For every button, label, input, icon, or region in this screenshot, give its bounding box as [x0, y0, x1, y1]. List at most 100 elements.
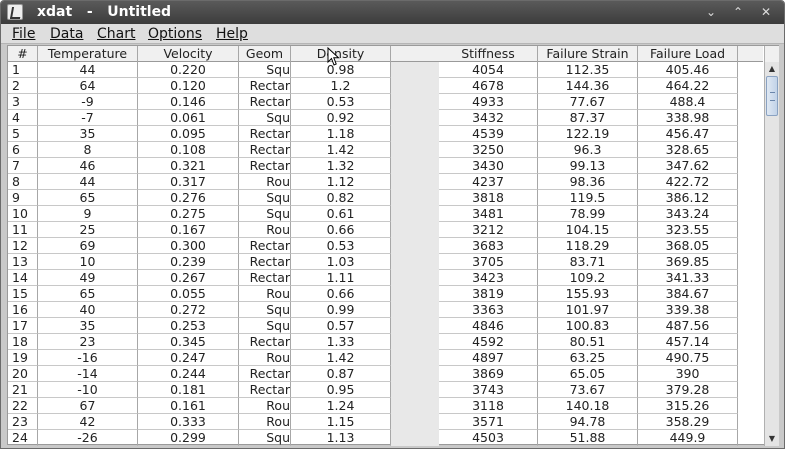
cell-index[interactable]: 17 [8, 318, 38, 334]
header-index[interactable]: # [8, 46, 38, 62]
table-row[interactable]: 14 49 0.267 Rectar 1.11 3423 109.2 341.33 [8, 270, 763, 286]
cell-velocity[interactable]: 0.247 [138, 350, 239, 366]
cell-stiffness[interactable]: 3869 [439, 366, 538, 382]
cell-stiffness[interactable]: 3363 [439, 302, 538, 318]
cell-velocity[interactable]: 0.253 [138, 318, 239, 334]
cell-density[interactable]: 0.98 [291, 62, 391, 78]
cell-geometry[interactable]: Rou [239, 398, 291, 414]
cell-failure-strain[interactable]: 119.5 [538, 190, 638, 206]
cell-velocity[interactable]: 0.345 [138, 334, 239, 350]
cell-temperature[interactable]: 35 [38, 126, 138, 142]
cell-stiffness[interactable]: 3212 [439, 222, 538, 238]
cell-geometry[interactable]: Squ [239, 430, 291, 446]
cell-failure-strain[interactable]: 51.88 [538, 430, 638, 446]
cell-velocity[interactable]: 0.299 [138, 430, 239, 446]
cell-velocity[interactable]: 0.276 [138, 190, 239, 206]
title-bar[interactable]: xdat - Untitled ⌄ ⌃ ✕ [1, 1, 784, 24]
table-row[interactable]: 5 35 0.095 Rectar 1.18 4539 122.19 456.47 [8, 126, 763, 142]
cell-failure-strain[interactable]: 101.97 [538, 302, 638, 318]
minimize-button[interactable]: ⌄ [701, 3, 721, 21]
cell-density[interactable]: 0.53 [291, 94, 391, 110]
cell-velocity[interactable]: 0.272 [138, 302, 239, 318]
cell-temperature[interactable]: 44 [38, 62, 138, 78]
cell-density[interactable]: 1.15 [291, 414, 391, 430]
cell-failure-strain[interactable]: 122.19 [538, 126, 638, 142]
cell-velocity[interactable]: 0.161 [138, 398, 239, 414]
cell-failure-strain[interactable]: 118.29 [538, 238, 638, 254]
table-body[interactable]: 1 44 0.220 Squ 0.98 4054 112.35 405.46 2 64 0.120 R… [8, 62, 763, 446]
cell-failure-load[interactable]: 379.28 [638, 382, 738, 398]
header-geometry[interactable]: Geom [239, 46, 291, 62]
cell-stiffness[interactable]: 4933 [439, 94, 538, 110]
cell-velocity[interactable]: 0.333 [138, 414, 239, 430]
cell-temperature[interactable]: -14 [38, 366, 138, 382]
cell-index[interactable]: 12 [8, 238, 38, 254]
cell-failure-load[interactable]: 464.22 [638, 78, 738, 94]
table-row[interactable]: 9 65 0.276 Squ 0.82 3818 119.5 386.12 [8, 190, 763, 206]
cell-velocity[interactable]: 0.300 [138, 238, 239, 254]
cell-index[interactable]: 3 [8, 94, 38, 110]
cell-velocity[interactable]: 0.220 [138, 62, 239, 78]
cell-geometry[interactable]: Rou [239, 350, 291, 366]
maximize-button[interactable]: ⌃ [728, 3, 748, 21]
cell-density[interactable]: 1.12 [291, 174, 391, 190]
cell-failure-load[interactable]: 328.65 [638, 142, 738, 158]
table-row[interactable]: 7 46 0.321 Rectar 1.32 3430 99.13 347.62 [8, 158, 763, 174]
cell-index[interactable]: 22 [8, 398, 38, 414]
cell-velocity[interactable]: 0.167 [138, 222, 239, 238]
cell-density[interactable]: 0.66 [291, 286, 391, 302]
cell-failure-load[interactable]: 456.47 [638, 126, 738, 142]
menu-options[interactable]: Options [148, 25, 202, 43]
cell-failure-load[interactable]: 488.4 [638, 94, 738, 110]
cell-stiffness[interactable]: 3705 [439, 254, 538, 270]
cell-stiffness[interactable]: 3818 [439, 190, 538, 206]
cell-failure-load[interactable]: 487.56 [638, 318, 738, 334]
cell-temperature[interactable]: 44 [38, 174, 138, 190]
cell-index[interactable]: 24 [8, 430, 38, 446]
cell-temperature[interactable]: 69 [38, 238, 138, 254]
cell-density[interactable]: 0.87 [291, 366, 391, 382]
cell-failure-strain[interactable]: 104.15 [538, 222, 638, 238]
cell-stiffness[interactable]: 4846 [439, 318, 538, 334]
table-row[interactable]: 20 -14 0.244 Rectar 0.87 3869 65.05 390 [8, 366, 763, 382]
cell-failure-load[interactable]: 369.85 [638, 254, 738, 270]
cell-velocity[interactable]: 0.061 [138, 110, 239, 126]
table-row[interactable]: 22 67 0.161 Rou 1.24 3118 140.18 315.26 [8, 398, 763, 414]
close-button[interactable]: ✕ [756, 3, 776, 21]
cell-velocity[interactable]: 0.244 [138, 366, 239, 382]
cell-failure-strain[interactable]: 144.36 [538, 78, 638, 94]
cell-failure-load[interactable]: 490.75 [638, 350, 738, 366]
cell-failure-strain[interactable]: 65.05 [538, 366, 638, 382]
cell-stiffness[interactable]: 3250 [439, 142, 538, 158]
cell-velocity[interactable]: 0.108 [138, 142, 239, 158]
cell-failure-strain[interactable]: 112.35 [538, 62, 638, 78]
table-row[interactable]: 19 -16 0.247 Rou 1.42 4897 63.25 490.75 [8, 350, 763, 366]
cell-failure-load[interactable]: 390 [638, 366, 738, 382]
cell-index[interactable]: 13 [8, 254, 38, 270]
header-stiffness[interactable]: Stiffness [439, 46, 538, 62]
cell-failure-strain[interactable]: 77.67 [538, 94, 638, 110]
cell-stiffness[interactable]: 3819 [439, 286, 538, 302]
header-failure-load[interactable]: Failure Load [638, 46, 738, 62]
cell-stiffness[interactable]: 3432 [439, 110, 538, 126]
cell-temperature[interactable]: 35 [38, 318, 138, 334]
table-row[interactable]: 11 25 0.167 Rou 0.66 3212 104.15 323.55 [8, 222, 763, 238]
cell-density[interactable]: 0.57 [291, 318, 391, 334]
menu-file[interactable]: File [12, 25, 35, 43]
header-density[interactable]: Density [291, 46, 391, 62]
cell-index[interactable]: 7 [8, 158, 38, 174]
cell-velocity[interactable]: 0.095 [138, 126, 239, 142]
scroll-up-button[interactable]: ▲ [765, 62, 779, 76]
cell-geometry[interactable]: Rectar [239, 94, 291, 110]
cell-density[interactable]: 0.82 [291, 190, 391, 206]
cell-density[interactable]: 1.24 [291, 398, 391, 414]
cell-temperature[interactable]: -26 [38, 430, 138, 446]
table-row[interactable]: 15 65 0.055 Rou 0.66 3819 155.93 384.67 [8, 286, 763, 302]
cell-density[interactable]: 1.42 [291, 350, 391, 366]
cell-geometry[interactable]: Rou [239, 174, 291, 190]
cell-temperature[interactable]: 25 [38, 222, 138, 238]
cell-failure-strain[interactable]: 155.93 [538, 286, 638, 302]
cell-stiffness[interactable]: 4539 [439, 126, 538, 142]
cell-geometry[interactable]: Rectar [239, 270, 291, 286]
cell-failure-load[interactable]: 386.12 [638, 190, 738, 206]
